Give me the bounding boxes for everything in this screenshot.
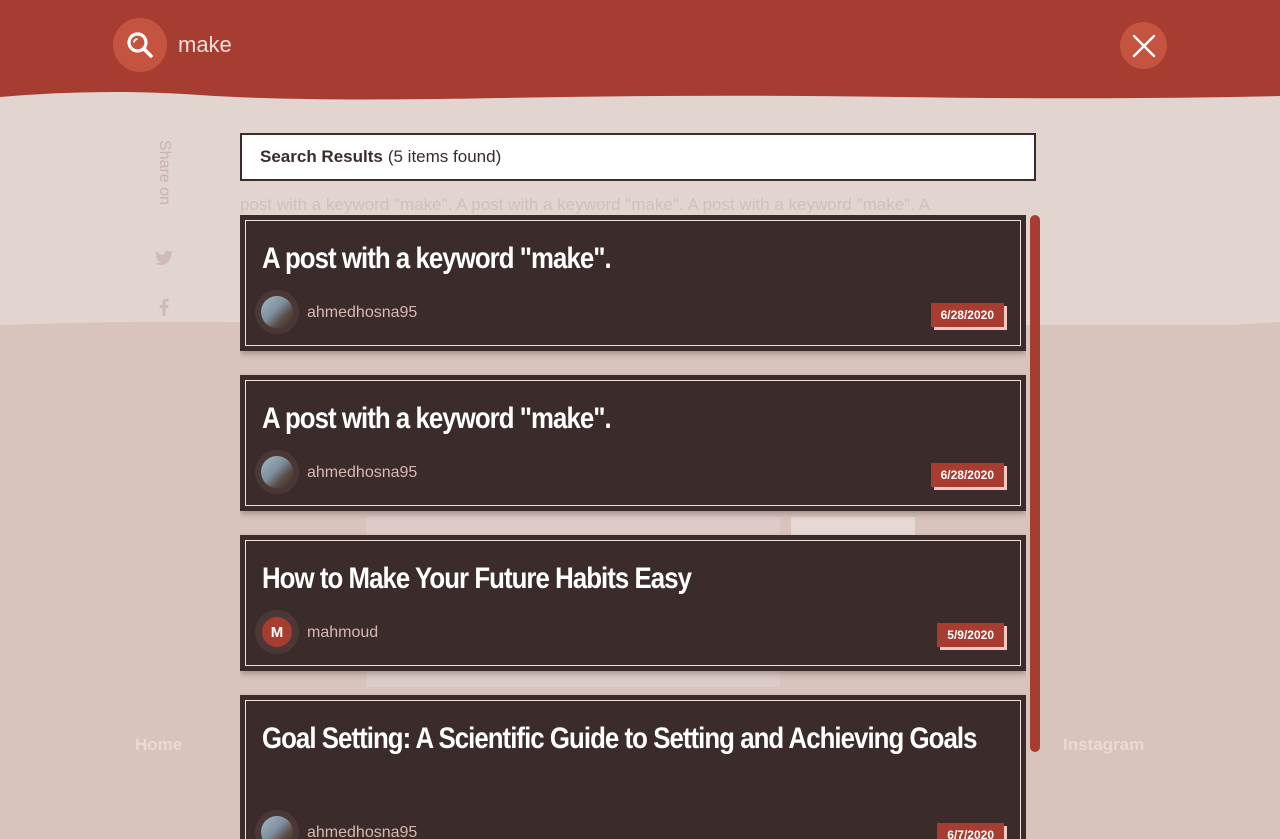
search-input[interactable] <box>178 28 778 62</box>
result-title[interactable]: A post with a keyword "make". <box>262 399 1002 439</box>
date-badge: 6/28/2020 <box>930 463 1004 487</box>
result-card[interactable]: A post with a keyword "make". ahmedhosna… <box>240 215 1026 351</box>
results-scrollbar[interactable] <box>1030 215 1040 752</box>
twitter-icon[interactable] <box>155 250 173 271</box>
avatar-initial: M <box>262 617 292 647</box>
result-card[interactable]: How to Make Your Future Habits Easy M ma… <box>240 535 1026 671</box>
search-results-list: A post with a keyword "make". ahmedhosna… <box>240 215 1026 839</box>
close-icon <box>1132 34 1155 57</box>
close-search-button[interactable] <box>1120 22 1167 69</box>
result-card[interactable]: Goal Setting: A Scientific Guide to Sett… <box>240 695 1026 839</box>
results-heading: Search Results <box>260 147 383 166</box>
result-author[interactable]: mahmoud <box>307 624 378 642</box>
author-avatar <box>255 290 299 334</box>
facebook-icon[interactable] <box>159 298 169 321</box>
share-label: Share on <box>156 140 173 205</box>
nav-instagram-link[interactable]: Instagram <box>1063 735 1144 755</box>
date-badge: 6/7/2020 <box>937 823 1004 839</box>
author-avatar <box>255 450 299 494</box>
result-title[interactable]: Goal Setting: A Scientific Guide to Sett… <box>262 719 1002 759</box>
header-wave <box>0 88 1280 100</box>
search-icon <box>127 32 153 58</box>
result-title[interactable]: A post with a keyword "make". <box>262 239 1002 279</box>
result-title[interactable]: How to Make Your Future Habits Easy <box>262 559 1002 599</box>
result-author[interactable]: ahmedhosna95 <box>307 304 417 322</box>
nav-home-link[interactable]: Home <box>135 735 182 755</box>
author-avatar: M <box>255 610 299 654</box>
result-author[interactable]: ahmedhosna95 <box>307 824 417 839</box>
date-badge: 6/28/2020 <box>930 303 1004 327</box>
results-count: (5 items found) <box>387 147 502 166</box>
date-badge: 5/9/2020 <box>937 623 1004 647</box>
result-card[interactable]: A post with a keyword "make". ahmedhosna… <box>240 375 1026 511</box>
result-author[interactable]: ahmedhosna95 <box>307 464 417 482</box>
search-button[interactable] <box>113 18 167 72</box>
background-excerpt: post with a keyword "make". A post with … <box>240 195 931 214</box>
search-results-header: Search Results (5 items found) <box>240 133 1036 181</box>
